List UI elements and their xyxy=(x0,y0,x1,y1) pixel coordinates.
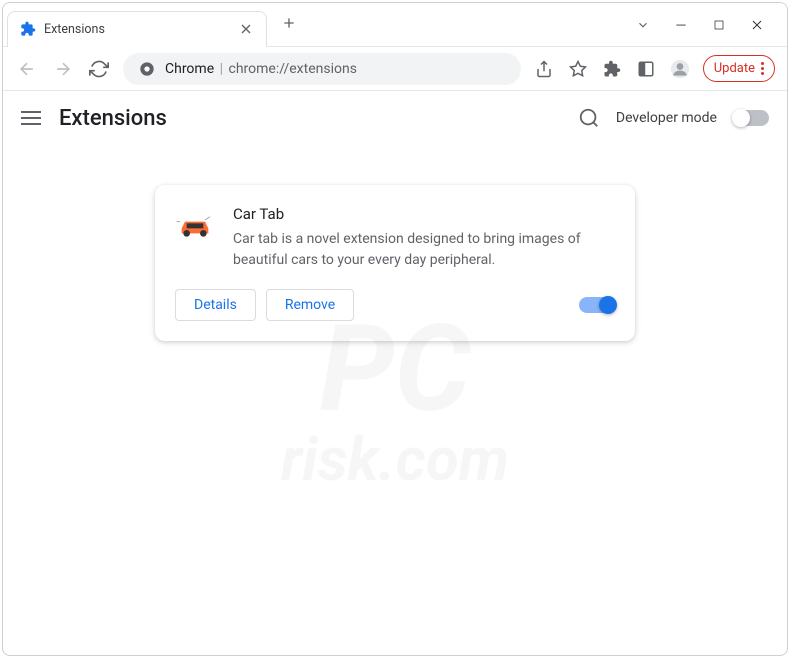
profile-button[interactable] xyxy=(669,58,691,80)
maximize-icon xyxy=(713,19,725,31)
share-icon xyxy=(535,60,553,78)
puzzle-icon xyxy=(603,60,621,78)
reload-icon xyxy=(89,59,109,79)
browser-toolbar: Chrome | chrome://extensions Update xyxy=(3,47,787,91)
developer-mode-label: Developer mode xyxy=(616,110,717,126)
forward-button[interactable] xyxy=(51,57,75,81)
remove-button[interactable]: Remove xyxy=(266,289,354,321)
share-button[interactable] xyxy=(533,58,555,80)
menu-dots-icon xyxy=(761,62,764,75)
star-icon xyxy=(569,60,587,78)
search-icon xyxy=(578,107,600,129)
developer-mode-toggle[interactable] xyxy=(733,110,769,126)
browser-tab[interactable]: Extensions xyxy=(7,11,267,47)
maximize-button[interactable] xyxy=(709,15,729,35)
back-button[interactable] xyxy=(15,57,39,81)
bookmark-button[interactable] xyxy=(567,58,589,80)
close-window-button[interactable] xyxy=(747,15,767,35)
page-header: Extensions Developer mode xyxy=(3,91,787,145)
extension-card: Car Tab Car tab is a novel extension des… xyxy=(155,185,635,341)
chevron-down-icon xyxy=(636,18,650,32)
window-dropdown-button[interactable] xyxy=(633,15,653,35)
extensions-button[interactable] xyxy=(601,58,623,80)
page-title: Extensions xyxy=(59,106,167,131)
update-label: Update xyxy=(714,61,755,76)
details-button[interactable]: Details xyxy=(175,289,256,321)
menu-button[interactable] xyxy=(21,111,41,125)
new-tab-button[interactable] xyxy=(275,9,303,41)
search-button[interactable] xyxy=(578,107,600,129)
extension-icon xyxy=(20,21,36,37)
tab-title: Extensions xyxy=(44,22,238,37)
arrow-right-icon xyxy=(53,59,73,79)
side-panel-button[interactable] xyxy=(635,58,657,80)
car-icon xyxy=(175,205,215,245)
close-tab-icon[interactable] xyxy=(238,21,254,37)
extension-description: Car tab is a novel extension designed to… xyxy=(233,229,615,271)
arrow-left-icon xyxy=(17,59,37,79)
plus-icon xyxy=(281,15,297,31)
address-bar[interactable]: Chrome | chrome://extensions xyxy=(123,53,521,85)
update-button[interactable]: Update xyxy=(703,55,775,82)
page-content: PCrisk.com Car Tab Car tab is a novel ex… xyxy=(3,145,787,655)
reload-button[interactable] xyxy=(87,57,111,81)
chrome-icon xyxy=(139,61,155,77)
panel-icon xyxy=(637,60,655,78)
close-icon xyxy=(749,17,765,33)
omnibox-text: Chrome | chrome://extensions xyxy=(165,61,357,77)
extension-enable-toggle[interactable] xyxy=(579,297,615,313)
window-titlebar: Extensions xyxy=(3,3,787,47)
extension-name: Car Tab xyxy=(233,205,615,223)
minimize-button[interactable] xyxy=(671,15,691,35)
minimize-icon xyxy=(674,18,688,32)
avatar-icon xyxy=(670,59,690,79)
